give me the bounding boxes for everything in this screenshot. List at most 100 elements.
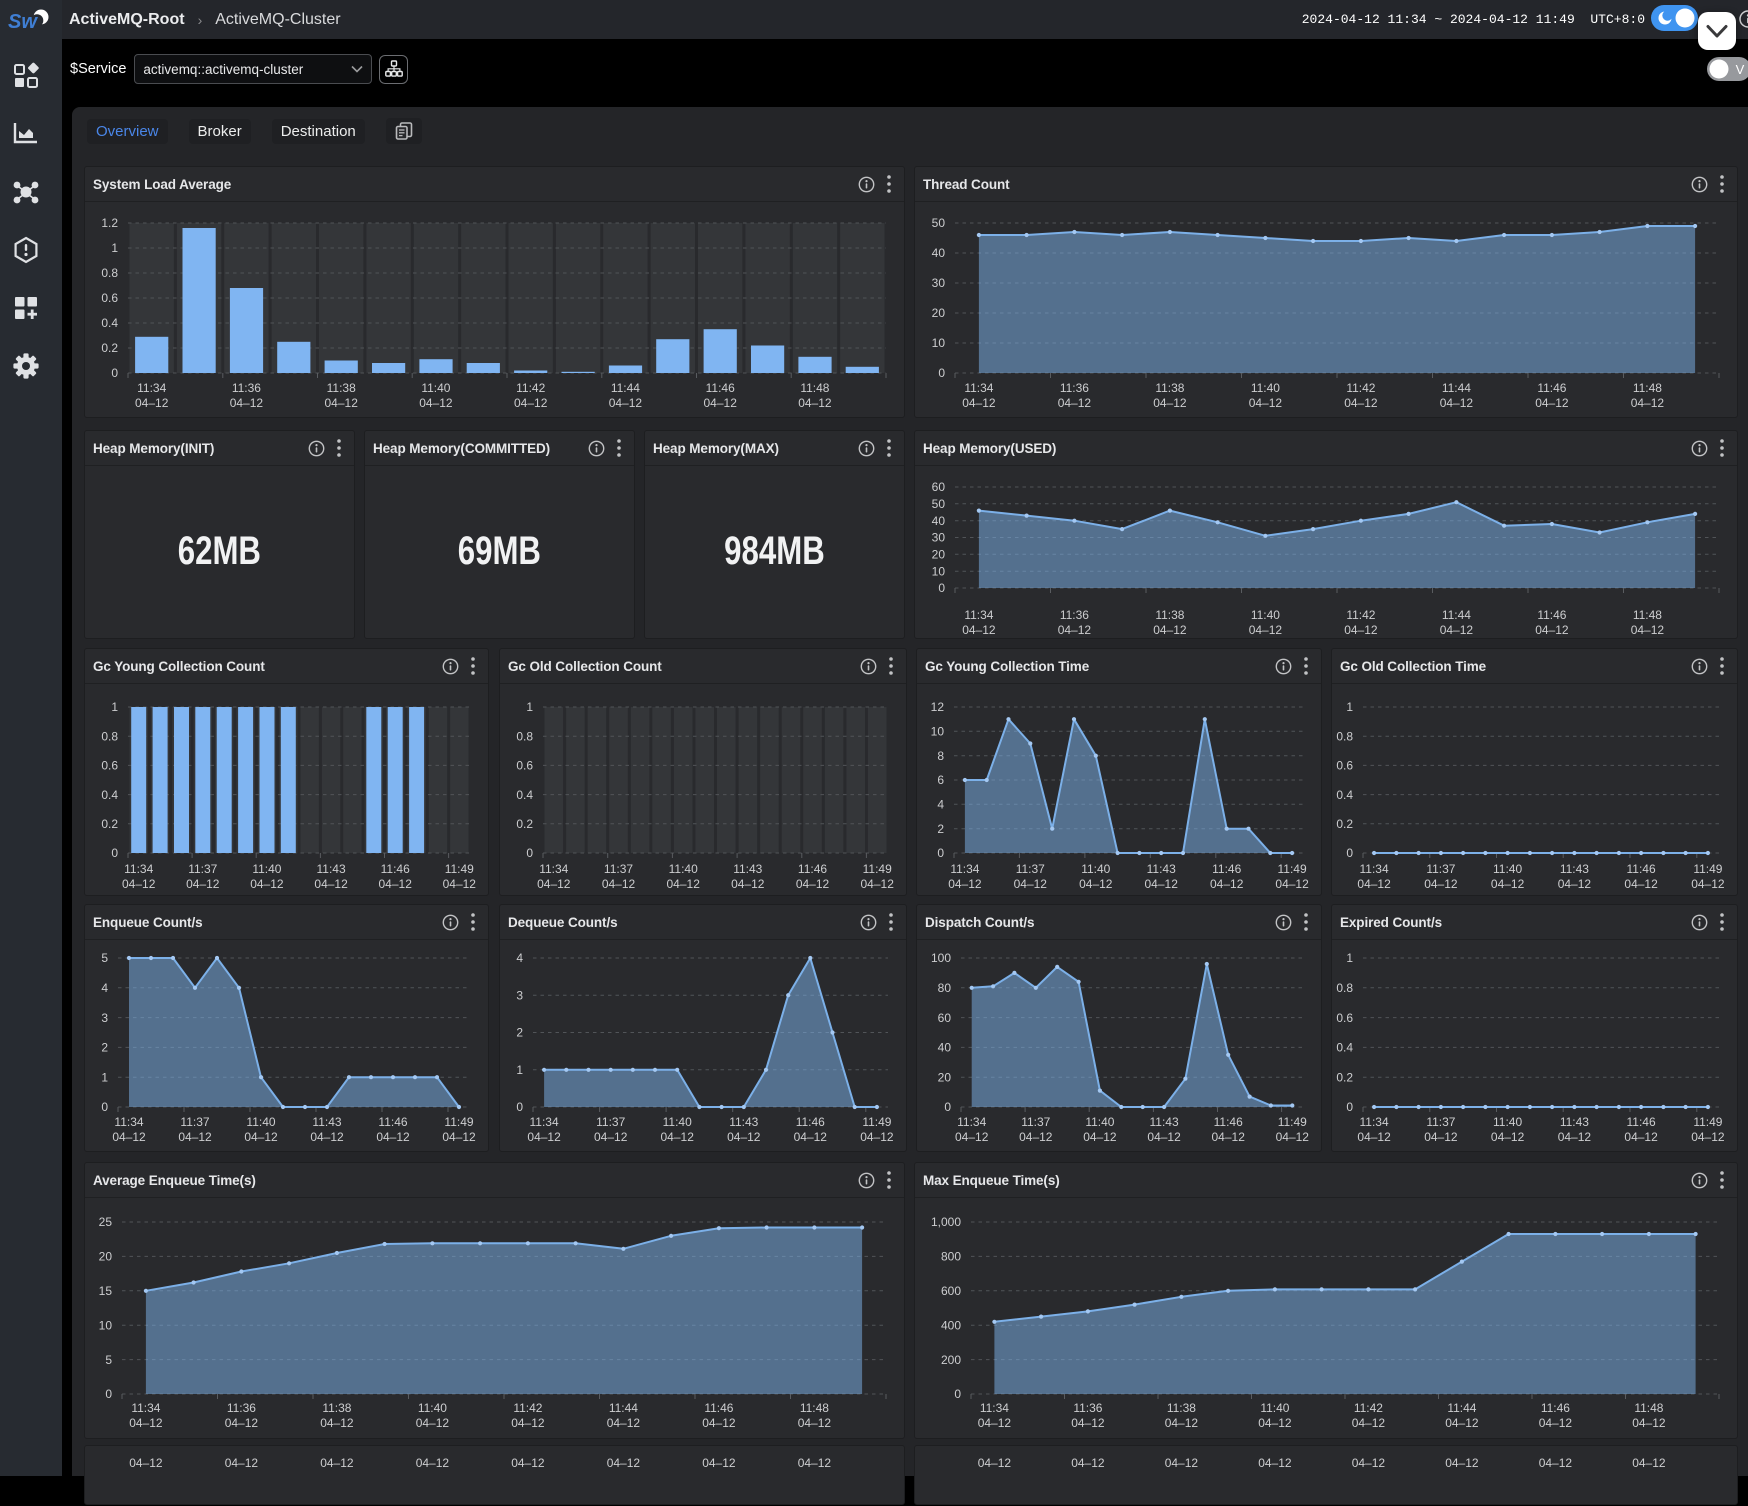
svg-text:04–12: 04–12 (1014, 877, 1048, 891)
svg-text:0.4: 0.4 (1336, 1041, 1353, 1055)
svg-text:11:43: 11:43 (312, 1115, 341, 1129)
svg-text:04–12: 04–12 (1276, 1130, 1310, 1144)
svg-text:04–12: 04–12 (1258, 1456, 1292, 1470)
svg-text:04–12: 04–12 (1344, 396, 1378, 410)
svg-text:04–12: 04–12 (1445, 1456, 1479, 1470)
svg-text:20: 20 (932, 306, 946, 320)
svg-text:400: 400 (941, 1318, 961, 1332)
svg-text:04–12: 04–12 (1558, 1130, 1592, 1144)
svg-text:1.2: 1.2 (101, 216, 118, 230)
svg-text:11:34: 11:34 (964, 381, 993, 395)
svg-text:04–12: 04–12 (1632, 1456, 1666, 1470)
svg-text:04–12: 04–12 (416, 1456, 450, 1470)
svg-text:0: 0 (938, 366, 945, 380)
svg-text:04–12: 04–12 (727, 1130, 761, 1144)
svg-text:04–12: 04–12 (325, 396, 359, 410)
svg-text:04–12: 04–12 (1632, 1416, 1666, 1430)
svg-text:3: 3 (101, 1011, 108, 1025)
svg-text:0: 0 (105, 1387, 112, 1401)
svg-text:04–12: 04–12 (1071, 1416, 1105, 1430)
svg-text:04–12: 04–12 (379, 877, 413, 891)
svg-text:0: 0 (526, 846, 533, 860)
svg-text:11:40: 11:40 (1260, 1401, 1289, 1415)
svg-text:04–12: 04–12 (1491, 1130, 1525, 1144)
svg-text:11:42: 11:42 (516, 381, 545, 395)
svg-text:0.2: 0.2 (101, 817, 118, 831)
svg-text:20: 20 (99, 1250, 113, 1264)
svg-text:11:40: 11:40 (1251, 608, 1280, 622)
svg-text:11:34: 11:34 (137, 381, 166, 395)
svg-text:04–12: 04–12 (1691, 1130, 1725, 1144)
svg-text:1: 1 (101, 1070, 108, 1084)
svg-text:04–12: 04–12 (186, 877, 220, 891)
svg-text:04–12: 04–12 (1424, 1130, 1458, 1144)
svg-text:11:46: 11:46 (1537, 381, 1566, 395)
svg-text:2: 2 (937, 822, 944, 836)
svg-text:04–12: 04–12 (1624, 1130, 1658, 1144)
svg-text:04–12: 04–12 (537, 877, 571, 891)
svg-text:11:37: 11:37 (596, 1115, 625, 1129)
svg-text:04–12: 04–12 (978, 1416, 1012, 1430)
svg-text:04–12: 04–12 (1440, 396, 1474, 410)
svg-text:04–12: 04–12 (419, 396, 453, 410)
svg-text:30: 30 (932, 276, 946, 290)
svg-text:0.6: 0.6 (1336, 759, 1353, 773)
svg-text:600: 600 (941, 1284, 961, 1298)
svg-text:04–12: 04–12 (704, 396, 738, 410)
svg-text:04–12: 04–12 (129, 1456, 163, 1470)
svg-text:04–12: 04–12 (798, 1416, 832, 1430)
svg-text:11:48: 11:48 (1633, 381, 1662, 395)
svg-text:0: 0 (938, 581, 945, 595)
svg-text:04–12: 04–12 (602, 877, 636, 891)
svg-text:0.8: 0.8 (1336, 729, 1353, 743)
svg-text:0.4: 0.4 (101, 788, 118, 802)
svg-text:04–12: 04–12 (1210, 877, 1244, 891)
svg-text:11:40: 11:40 (1493, 1115, 1522, 1129)
svg-text:11:34: 11:34 (980, 1401, 1009, 1415)
svg-text:0: 0 (1346, 846, 1353, 860)
svg-text:1,000: 1,000 (931, 1215, 961, 1229)
svg-text:11:34: 11:34 (114, 1115, 143, 1129)
svg-text:04–12: 04–12 (1357, 877, 1391, 891)
svg-text:0.4: 0.4 (516, 788, 533, 802)
svg-text:800: 800 (941, 1250, 961, 1264)
svg-text:8: 8 (937, 749, 944, 763)
svg-text:0: 0 (516, 1100, 523, 1114)
svg-text:04–12: 04–12 (607, 1416, 641, 1430)
svg-text:0.8: 0.8 (1336, 981, 1353, 995)
svg-text:04–12: 04–12 (225, 1416, 259, 1430)
svg-text:20: 20 (938, 1070, 952, 1084)
svg-text:11:34: 11:34 (539, 862, 568, 876)
svg-text:04–12: 04–12 (511, 1416, 545, 1430)
svg-text:11:40: 11:40 (421, 381, 450, 395)
svg-text:04–12: 04–12 (1424, 877, 1458, 891)
svg-text:04–12: 04–12 (320, 1456, 354, 1470)
svg-text:25: 25 (99, 1215, 113, 1229)
svg-text:04–12: 04–12 (796, 877, 830, 891)
svg-text:40: 40 (938, 1041, 952, 1055)
svg-text:04–12: 04–12 (1249, 396, 1283, 410)
svg-text:04–12: 04–12 (511, 1456, 545, 1470)
svg-text:04–12: 04–12 (1535, 623, 1569, 637)
svg-text:0.2: 0.2 (1336, 1070, 1353, 1084)
svg-text:04–12: 04–12 (442, 1130, 476, 1144)
svg-text:04–12: 04–12 (962, 396, 996, 410)
svg-text:04–12: 04–12 (416, 1416, 450, 1430)
svg-text:1: 1 (526, 700, 533, 714)
svg-text:04–12: 04–12 (314, 877, 348, 891)
svg-text:04–12: 04–12 (978, 1456, 1012, 1470)
svg-text:11:44: 11:44 (1442, 381, 1471, 395)
svg-text:04–12: 04–12 (661, 1130, 695, 1144)
svg-text:04–12: 04–12 (594, 1130, 628, 1144)
svg-text:11:36: 11:36 (1073, 1401, 1102, 1415)
svg-text:04–12: 04–12 (731, 877, 765, 891)
svg-text:04–12: 04–12 (1491, 877, 1525, 891)
svg-text:04–12: 04–12 (244, 1130, 278, 1144)
svg-text:0.6: 0.6 (516, 759, 533, 773)
svg-text:04–12: 04–12 (860, 1130, 894, 1144)
svg-text:11:44: 11:44 (611, 381, 640, 395)
svg-text:04–12: 04–12 (1019, 1130, 1053, 1144)
svg-text:11:42: 11:42 (1346, 608, 1375, 622)
svg-text:11:49: 11:49 (1693, 1115, 1722, 1129)
svg-text:11:40: 11:40 (1081, 862, 1110, 876)
